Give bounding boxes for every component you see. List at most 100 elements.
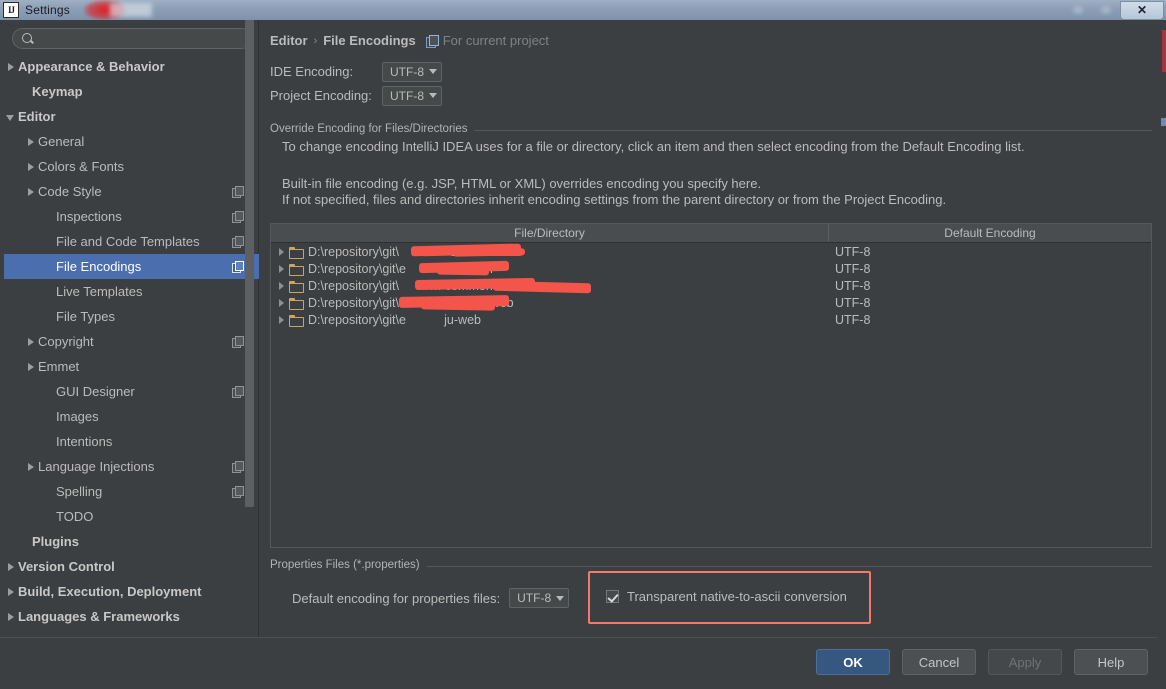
- table-cell-path-text: D:\repository\git\ m-common-web: [308, 278, 520, 293]
- project-encoding-combo[interactable]: UTF-8: [382, 85, 442, 106]
- search-box[interactable]: [12, 28, 252, 49]
- sidebar-item-spelling[interactable]: Spelling: [4, 479, 259, 504]
- table-cell-path-text: D:\repository\git\e ju-web: [308, 312, 481, 327]
- sidebar-item-images[interactable]: Images: [4, 404, 259, 429]
- chevron-right-icon[interactable]: [4, 560, 18, 574]
- project-settings-icon: [232, 211, 244, 223]
- sidebar-item-language-injections[interactable]: Language Injections: [4, 454, 259, 479]
- override-paragraph-1: To change encoding IntelliJ IDEA uses fo…: [282, 139, 1025, 154]
- sidebar-item-label: Version Control: [18, 559, 115, 574]
- table-cell-path-text: D:\repository\git\e ommon: [308, 261, 493, 276]
- sidebar-scrollbar-thumb[interactable]: [245, 20, 254, 507]
- sidebar-item-code-style[interactable]: Code Style: [4, 179, 259, 204]
- properties-files-group-title: Properties Files (*.properties): [270, 559, 426, 571]
- native-to-ascii-checkbox[interactable]: [606, 590, 619, 603]
- chevron-right-icon[interactable]: [276, 297, 289, 309]
- breadcrumb-parent[interactable]: Editor: [270, 33, 308, 48]
- close-button[interactable]: ✕: [1120, 0, 1164, 20]
- project-settings-icon: [232, 236, 244, 248]
- search-input[interactable]: [35, 31, 251, 46]
- highlight-annotation-box: Transparent native-to-ascii conversion: [588, 571, 871, 624]
- settings-tree[interactable]: Appearance & Behavior Keymap Editor General…: [4, 54, 259, 637]
- sidebar-item-editor[interactable]: Editor: [4, 104, 259, 129]
- table-row[interactable]: D:\repository\git\ m- -web UTF-8: [271, 294, 1151, 311]
- table-row[interactable]: D:\repository\git\e ommon UTF-8: [271, 260, 1151, 277]
- table-cell-path-text: D:\repository\git\ z-common: [308, 244, 510, 259]
- sidebar-item-inspections[interactable]: Inspections: [4, 204, 259, 229]
- folder-icon: [289, 314, 304, 327]
- chevron-right-icon[interactable]: [24, 160, 38, 174]
- ok-button[interactable]: OK: [816, 649, 890, 675]
- search-icon: [21, 32, 35, 46]
- table-row[interactable]: D:\repository\git\ z-common UTF-8: [271, 243, 1151, 260]
- chevron-right-icon[interactable]: [24, 460, 38, 474]
- column-header-default-encoding[interactable]: Default Encoding: [829, 224, 1151, 242]
- chevron-right-icon[interactable]: [24, 360, 38, 374]
- chevron-right-icon[interactable]: [276, 246, 289, 258]
- minimize-button[interactable]: [1064, 1, 1092, 19]
- sidebar-item-emmet[interactable]: Emmet: [4, 354, 259, 379]
- folder-icon: [289, 246, 304, 259]
- sidebar-item-build-execution-deployment[interactable]: Build, Execution, Deployment: [4, 579, 259, 604]
- sidebar-item-general[interactable]: General: [4, 129, 259, 154]
- cancel-button[interactable]: Cancel: [902, 649, 976, 675]
- ide-encoding-row: IDE Encoding: UTF-8: [270, 61, 442, 82]
- sidebar-item-languages-frameworks[interactable]: Languages & Frameworks: [4, 604, 259, 629]
- chevron-right-icon[interactable]: [24, 185, 38, 199]
- sidebar-item-appearance-behavior[interactable]: Appearance & Behavior: [4, 54, 259, 79]
- sidebar-item-colors-fonts[interactable]: Colors & Fonts: [4, 154, 259, 179]
- apply-button[interactable]: Apply: [988, 649, 1062, 675]
- sidebar-item-todo[interactable]: TODO: [4, 504, 259, 529]
- properties-encoding-combo[interactable]: UTF-8: [509, 588, 570, 608]
- chevron-right-icon[interactable]: [276, 280, 289, 292]
- sidebar-item-gui-designer[interactable]: GUI Designer: [4, 379, 259, 404]
- table-cell-path: D:\repository\git\ m-common-web: [271, 279, 829, 293]
- sidebar-item-live-templates[interactable]: Live Templates: [4, 279, 259, 304]
- help-button[interactable]: Help: [1074, 649, 1148, 675]
- chevron-down-icon: [556, 595, 565, 601]
- sidebar-item-plugins[interactable]: Plugins: [4, 529, 259, 554]
- project-settings-icon: [232, 261, 244, 273]
- sidebar-item-keymap[interactable]: Keymap: [4, 79, 259, 104]
- properties-encoding-row: Default encoding for properties files: U…: [292, 588, 570, 608]
- sidebar-item-label: Editor: [18, 109, 56, 124]
- table-cell-encoding: UTF-8: [835, 244, 871, 259]
- sidebar-item-copyright[interactable]: Copyright: [4, 329, 259, 354]
- maximize-button[interactable]: [1092, 1, 1120, 19]
- project-encoding-label: Project Encoding:: [270, 88, 372, 103]
- sidebar-item-file-types[interactable]: File Types: [4, 304, 259, 329]
- table-row[interactable]: D:\repository\git\e ju-web UTF-8: [271, 311, 1151, 328]
- sidebar-item-file-and-code-templates[interactable]: File and Code Templates: [4, 229, 259, 254]
- sidebar-item-version-control[interactable]: Version Control: [4, 554, 259, 579]
- chevron-right-icon[interactable]: [276, 314, 289, 326]
- chevron-right-icon[interactable]: [24, 135, 38, 149]
- native-to-ascii-row[interactable]: Transparent native-to-ascii conversion: [606, 589, 847, 604]
- chevron-right-icon[interactable]: [4, 585, 18, 599]
- chevron-right-icon[interactable]: [24, 335, 38, 349]
- sidebar-item-label: Languages & Frameworks: [18, 609, 180, 624]
- native-to-ascii-label: Transparent native-to-ascii conversion: [627, 589, 847, 604]
- chevron-down-icon: [429, 93, 437, 98]
- chevron-right-icon[interactable]: [276, 263, 289, 275]
- column-header-file-directory[interactable]: File/Directory: [271, 224, 829, 242]
- properties-encoding-label: Default encoding for properties files:: [292, 590, 501, 606]
- folder-icon: [289, 280, 304, 293]
- encoding-table[interactable]: File/Directory Default Encoding D:\repos…: [270, 223, 1152, 548]
- table-cell-path: D:\repository\git\e ommon: [271, 262, 829, 276]
- chevron-down-icon[interactable]: [4, 110, 18, 124]
- breadcrumb-current: File Encodings: [323, 33, 416, 48]
- sidebar-scrollbar[interactable]: [245, 20, 254, 603]
- chevron-right-icon[interactable]: [4, 60, 18, 74]
- ide-encoding-combo[interactable]: UTF-8: [382, 61, 442, 82]
- chevron-right-icon[interactable]: [4, 610, 18, 624]
- sidebar-item-intentions[interactable]: Intentions: [4, 429, 259, 454]
- project-encoding-value: UTF-8: [390, 88, 424, 103]
- sidebar-item-file-encodings[interactable]: File Encodings: [4, 254, 259, 279]
- table-row[interactable]: D:\repository\git\ m-common-web UTF-8: [271, 277, 1151, 294]
